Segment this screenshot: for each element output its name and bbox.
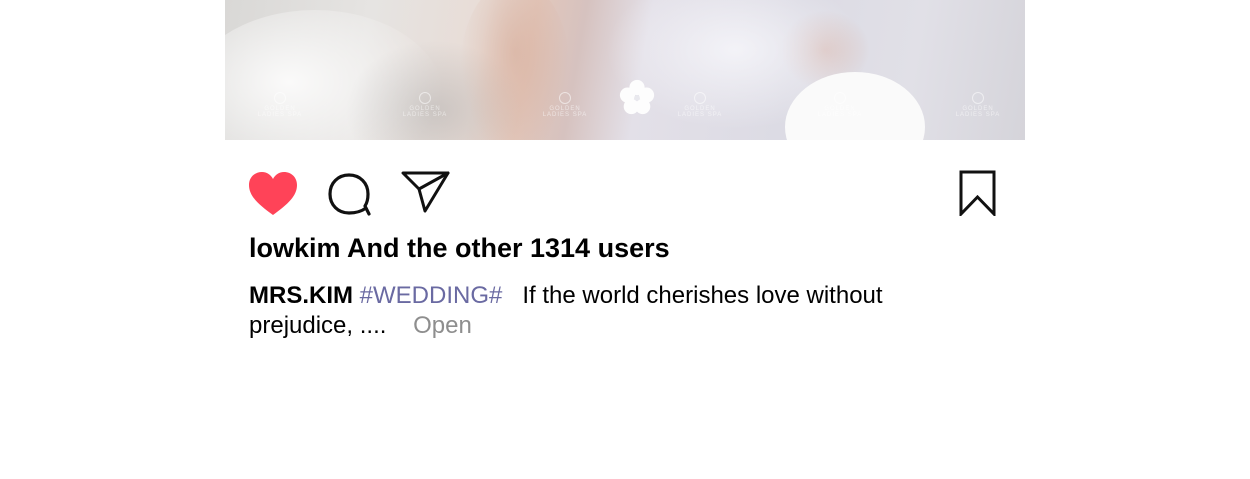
likes-summary[interactable]: lowkim And the other 1314 users	[249, 233, 670, 264]
caption-open-link[interactable]: Open	[413, 312, 472, 339]
comment-button[interactable]	[327, 172, 373, 216]
paper-plane-icon	[401, 171, 450, 213]
photo-watermark: GOLDEN LADIES SPA	[535, 92, 595, 118]
photo-arm	[460, 0, 570, 140]
heart-filled-icon	[249, 172, 297, 215]
photo-watermark: GOLDEN LADIES SPA	[670, 92, 730, 118]
save-button[interactable]	[958, 170, 998, 216]
photo-watermark: GOLDEN LADIES SPA	[810, 92, 870, 118]
photo-watermark: GOLDEN LADIES SPA	[250, 92, 310, 118]
photo-watermark: GOLDEN LADIES SPA	[395, 92, 455, 118]
post-photo[interactable]: GOLDEN LADIES SPA GOLDEN LADIES SPA GOLD…	[225, 0, 1025, 140]
photo-watermark: GOLDEN LADIES SPA	[948, 92, 1008, 118]
post-action-bar	[225, 168, 1025, 218]
flower-decoration-icon	[619, 79, 655, 115]
bookmark-icon	[959, 170, 996, 216]
post-card: GOLDEN LADIES SPA GOLDEN LADIES SPA GOLD…	[225, 0, 1025, 479]
post-caption: MRS.KIM #WEDDING# If the world cherishes…	[249, 281, 949, 341]
like-button[interactable]	[248, 172, 298, 216]
share-button[interactable]	[401, 170, 451, 214]
comment-bubble-icon	[328, 173, 371, 216]
caption-hashtag[interactable]: #WEDDING#	[360, 282, 503, 309]
caption-author[interactable]: MRS.KIM	[249, 282, 353, 309]
